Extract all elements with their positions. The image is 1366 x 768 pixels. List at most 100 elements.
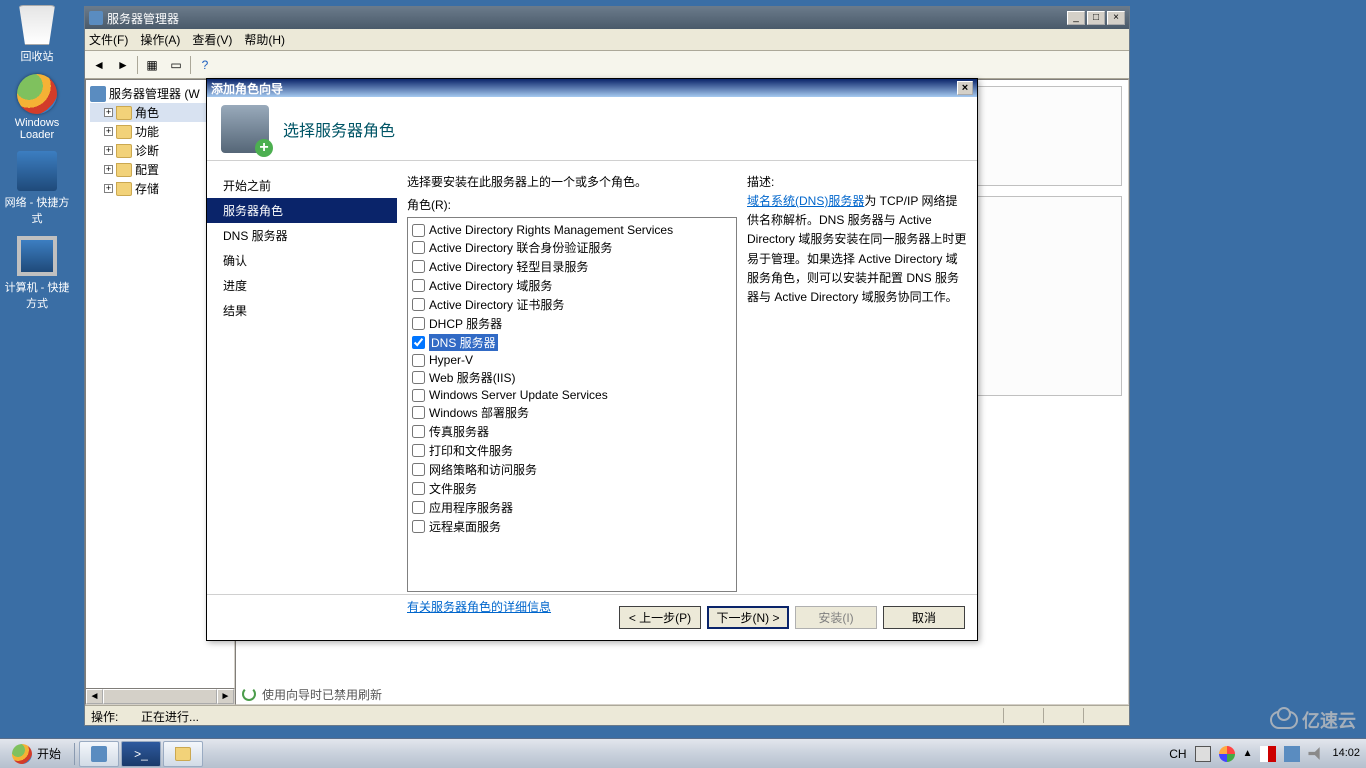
help-button[interactable]: ? — [195, 55, 215, 75]
role-checkbox[interactable] — [412, 336, 425, 349]
tray-keyboard-icon[interactable] — [1195, 746, 1211, 762]
recycle-bin-label: 回收站 — [0, 48, 74, 64]
role-checkbox[interactable] — [412, 501, 425, 514]
menubar: 文件(F) 操作(A) 查看(V) 帮助(H) — [85, 29, 1129, 51]
role-checkbox[interactable] — [412, 279, 425, 292]
more-info-link[interactable]: 有关服务器角色的详细信息 — [407, 598, 551, 615]
minimize-button[interactable]: _ — [1067, 11, 1085, 25]
description-label: 描述: — [747, 173, 967, 190]
windows-loader-label: Windows Loader — [0, 117, 74, 141]
watermark: 亿速云 — [1270, 707, 1356, 733]
role-checkbox[interactable] — [412, 371, 425, 384]
cancel-button[interactable]: 取消 — [883, 606, 965, 629]
role-checkbox[interactable] — [412, 354, 425, 367]
back-button[interactable]: ◄ — [89, 55, 109, 75]
computer-shortcut-icon[interactable]: 计算机 - 快捷方式 — [0, 231, 74, 316]
role-checkbox[interactable] — [412, 444, 425, 457]
role-item[interactable]: Hyper-V — [412, 352, 732, 368]
role-checkbox[interactable] — [412, 482, 425, 495]
role-item[interactable]: 网络策略和访问服务 — [412, 460, 732, 479]
install-button[interactable]: 安装(I) — [795, 606, 877, 629]
step-dns[interactable]: DNS 服务器 — [207, 223, 397, 248]
role-checkbox[interactable] — [412, 520, 425, 533]
role-checkbox[interactable] — [412, 389, 425, 402]
maximize-button[interactable]: □ — [1087, 11, 1105, 25]
role-item[interactable]: Web 服务器(IIS) — [412, 368, 732, 387]
clock[interactable]: 14:02 — [1332, 747, 1360, 759]
step-progress[interactable]: 进度 — [207, 273, 397, 298]
menu-file[interactable]: 文件(F) — [89, 31, 128, 48]
scroll-thumb[interactable] — [103, 689, 217, 704]
menu-help[interactable]: 帮助(H) — [244, 31, 285, 48]
role-item[interactable]: DHCP 服务器 — [412, 314, 732, 333]
menu-action[interactable]: 操作(A) — [140, 31, 180, 48]
recycle-bin-icon[interactable]: 回收站 — [0, 0, 74, 69]
tray-activity-icon[interactable] — [1219, 746, 1235, 762]
taskbar-powershell-button[interactable]: >_ — [121, 741, 161, 767]
role-label: Windows 部署服务 — [429, 404, 529, 421]
next-button[interactable]: 下一步(N) > — [707, 606, 789, 629]
prev-button[interactable]: < 上一步(P) — [619, 606, 701, 629]
role-checkbox[interactable] — [412, 425, 425, 438]
tray-volume-icon[interactable] — [1308, 746, 1324, 762]
tray-flag-icon[interactable] — [1260, 746, 1276, 762]
taskbar-explorer-button[interactable] — [163, 741, 203, 767]
role-checkbox[interactable] — [412, 317, 425, 330]
role-item[interactable]: Active Directory 轻型目录服务 — [412, 257, 732, 276]
forward-button[interactable]: ► — [113, 55, 133, 75]
server-manager-title: 服务器管理器 — [107, 10, 1065, 27]
role-label: DNS 服务器 — [429, 334, 498, 351]
dns-link[interactable]: 域名系统(DNS)服务器 — [747, 194, 864, 208]
role-item[interactable]: Active Directory Rights Management Servi… — [412, 222, 732, 238]
properties-button[interactable]: ▭ — [166, 55, 186, 75]
role-checkbox[interactable] — [412, 241, 425, 254]
role-item[interactable]: Windows Server Update Services — [412, 387, 732, 403]
wizard-heading: 选择服务器角色 — [283, 117, 395, 141]
role-label: Active Directory 轻型目录服务 — [429, 258, 588, 275]
role-item[interactable]: 应用程序服务器 — [412, 498, 732, 517]
system-tray: CH ▲ 14:02 — [1169, 746, 1366, 762]
network-shortcut-icon[interactable]: 网络 - 快捷方式 — [0, 146, 74, 231]
step-results[interactable]: 结果 — [207, 298, 397, 323]
role-item[interactable]: 远程桌面服务 — [412, 517, 732, 536]
step-before[interactable]: 开始之前 — [207, 173, 397, 198]
start-orb-icon — [12, 744, 32, 764]
role-item[interactable]: Active Directory 联合身份验证服务 — [412, 238, 732, 257]
description-text: 域名系统(DNS)服务器为 TCP/IP 网络提供名称解析。DNS 服务器与 A… — [747, 192, 967, 307]
role-item[interactable]: DNS 服务器 — [412, 333, 732, 352]
role-checkbox[interactable] — [412, 224, 425, 237]
scroll-right-button[interactable]: ► — [217, 689, 234, 704]
role-item[interactable]: Active Directory 域服务 — [412, 276, 732, 295]
role-item[interactable]: 打印和文件服务 — [412, 441, 732, 460]
role-checkbox[interactable] — [412, 298, 425, 311]
statusbar: 操作: 正在进行... — [85, 705, 1129, 725]
menu-view[interactable]: 查看(V) — [192, 31, 232, 48]
refresh-icon — [242, 687, 256, 701]
status-label: 操作: — [91, 708, 141, 723]
roles-listbox[interactable]: Active Directory Rights Management Servi… — [407, 217, 737, 592]
role-checkbox[interactable] — [412, 260, 425, 273]
role-item[interactable]: Windows 部署服务 — [412, 403, 732, 422]
windows-loader-icon[interactable]: Windows Loader — [0, 69, 74, 146]
role-item[interactable]: 传真服务器 — [412, 422, 732, 441]
ime-indicator[interactable]: CH — [1169, 747, 1186, 761]
step-confirm[interactable]: 确认 — [207, 248, 397, 273]
taskbar-server-manager-button[interactable] — [79, 741, 119, 767]
wizard-titlebar[interactable]: 添加角色向导 × — [207, 79, 977, 97]
step-roles[interactable]: 服务器角色 — [207, 198, 397, 223]
role-item[interactable]: Active Directory 证书服务 — [412, 295, 732, 314]
close-button[interactable]: × — [1107, 11, 1125, 25]
role-checkbox[interactable] — [412, 406, 425, 419]
start-button[interactable]: 开始 — [2, 740, 71, 768]
show-hide-tree-button[interactable]: ▦ — [142, 55, 162, 75]
server-manager-titlebar[interactable]: 服务器管理器 _ □ × — [85, 7, 1129, 29]
wizard-close-button[interactable]: × — [957, 81, 973, 95]
role-item[interactable]: 文件服务 — [412, 479, 732, 498]
tray-chevron-icon[interactable]: ▲ — [1243, 748, 1253, 759]
server-manager-icon — [89, 11, 103, 25]
horizontal-scrollbar[interactable]: ◄ ► — [85, 688, 235, 705]
tray-network-icon[interactable] — [1284, 746, 1300, 762]
scroll-left-button[interactable]: ◄ — [86, 689, 103, 704]
role-label: Active Directory Rights Management Servi… — [429, 223, 673, 237]
role-checkbox[interactable] — [412, 463, 425, 476]
